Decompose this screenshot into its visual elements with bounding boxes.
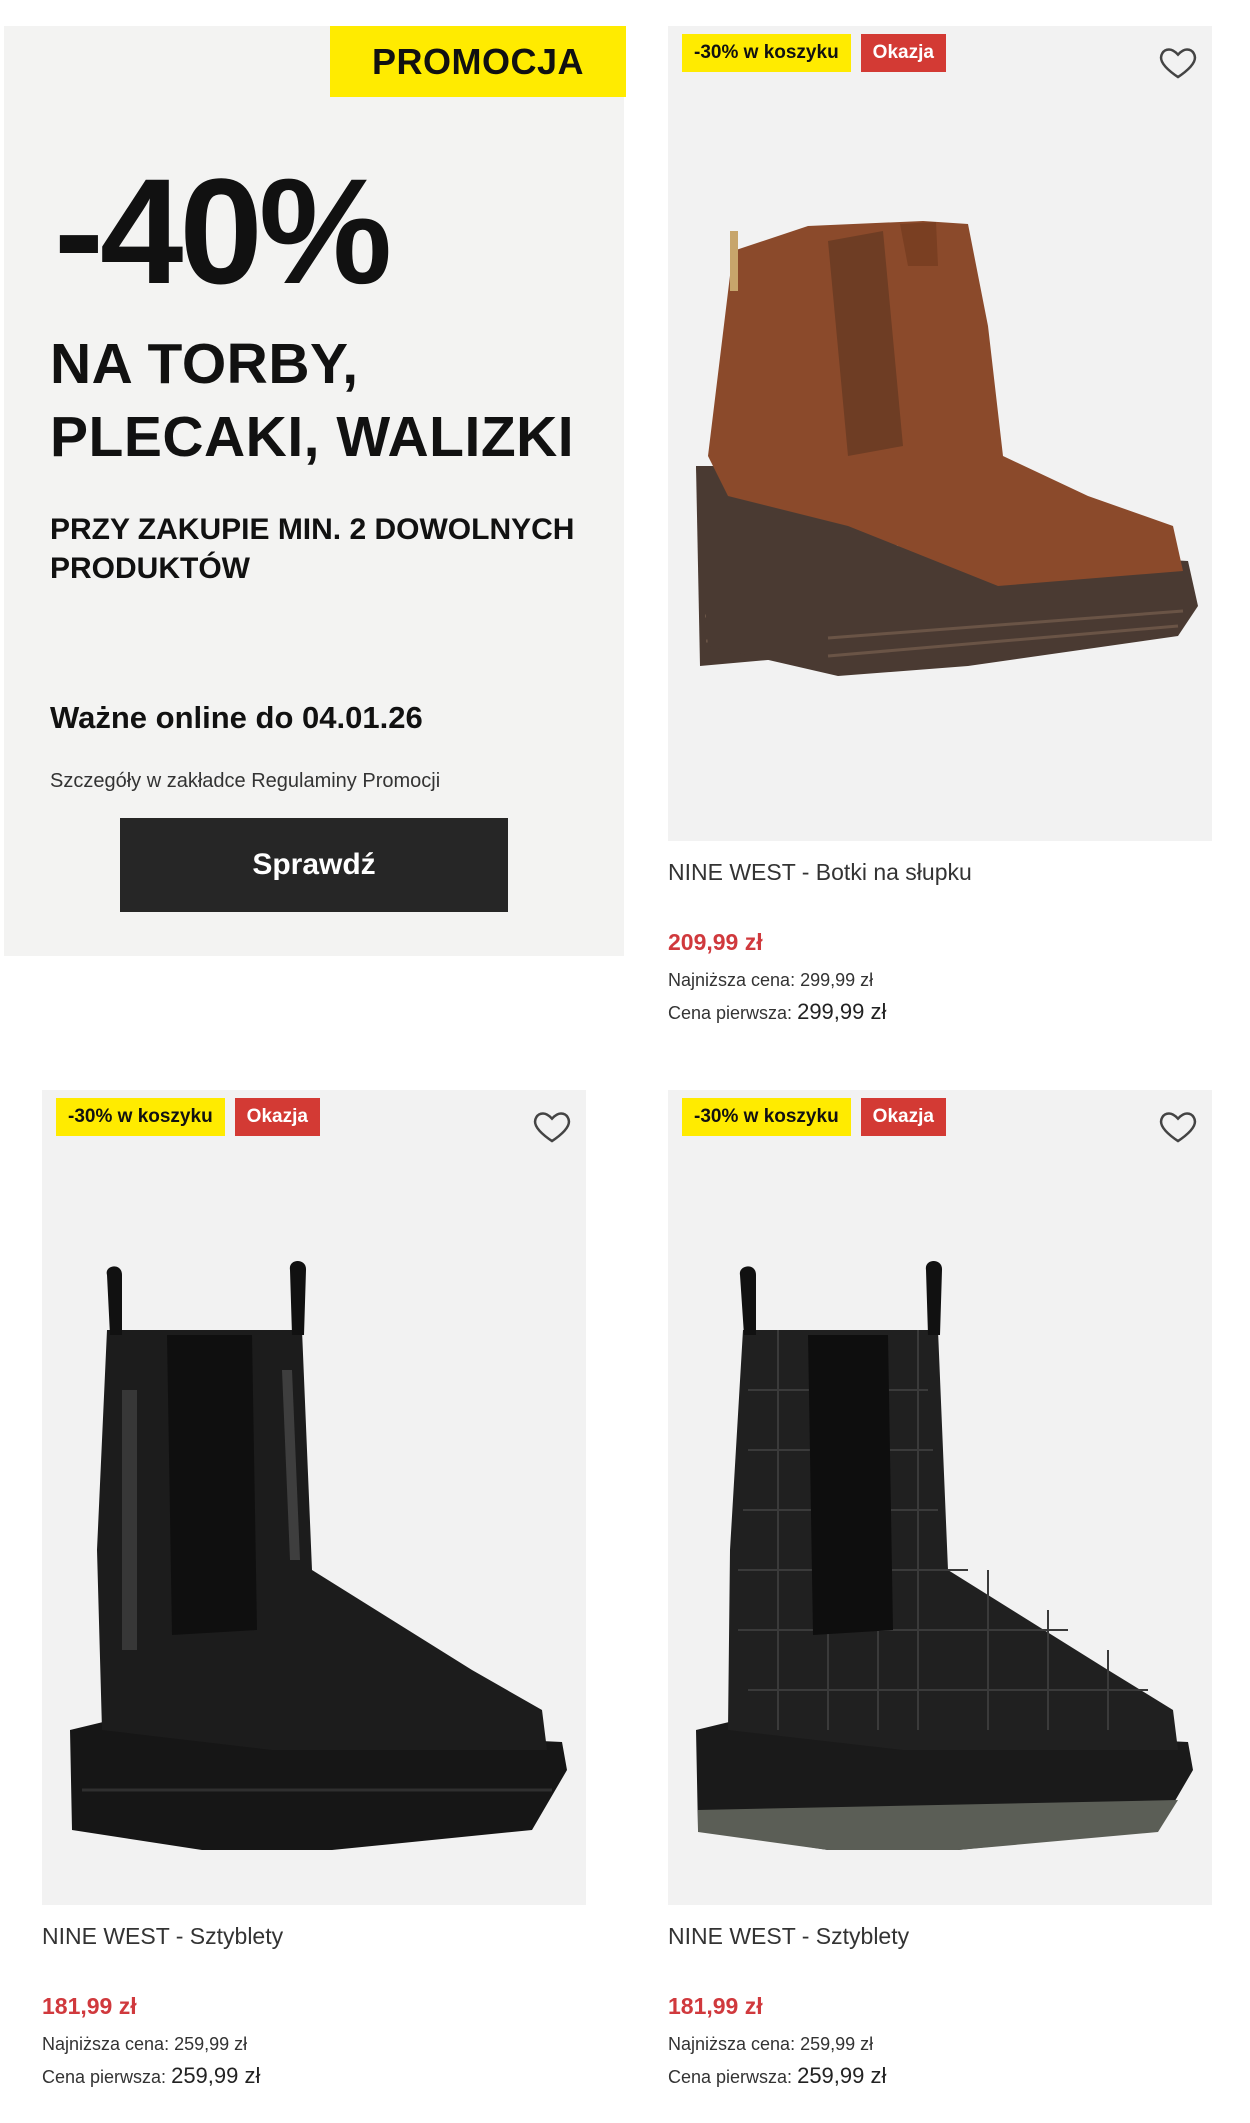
first-price-value: 259,99 zł — [797, 2063, 887, 2088]
deal-badge: Okazja — [860, 1098, 946, 1136]
cart-discount-badge: -30% w koszyku — [682, 1098, 851, 1136]
cart-discount-badge: -30% w koszyku — [56, 1098, 225, 1136]
product-price: 209,99 zł — [668, 929, 763, 955]
product-price: 181,99 zł — [668, 1993, 763, 2019]
promo-details-link: Szczegóły w zakładce Regulaminy Promocji — [50, 770, 441, 792]
first-price-label: Cena pierwsza: — [668, 1003, 793, 1023]
promo-percent: -40% — [54, 147, 392, 315]
promo-sub-line-1: PRZY ZAKUPIE MIN. 2 DOWOLNYCH — [50, 513, 575, 546]
product-image-area[interactable]: -30% w koszyku Okazja — [668, 1090, 1212, 1905]
product-price: 181,99 zł — [42, 1993, 137, 2019]
lowest-price-value: 299,99 zł — [800, 970, 874, 990]
first-price: Cena pierwsza: 259,99 zł — [42, 2063, 586, 2089]
lowest-price-label: Najniższa cena: — [668, 2034, 796, 2054]
promo-headline-line-2: PLECAKI, WALIZKI — [50, 404, 575, 469]
cart-discount-badge: -30% w koszyku — [682, 34, 851, 72]
product-card[interactable]: -30% w koszyku Okazja NINE WEST - Botki … — [668, 26, 1212, 1025]
badges: -30% w koszyku Okazja — [682, 1098, 946, 1136]
first-price: Cena pierwsza: 259,99 zł — [668, 2063, 1212, 2089]
lowest-price-label: Najniższa cena: — [668, 970, 796, 990]
badges: -30% w koszyku Okazja — [56, 1098, 320, 1136]
promo-sub-line-2: PRODUKTÓW — [50, 552, 250, 585]
promo-tag: PROMOCJA — [330, 26, 626, 97]
product-title[interactable]: NINE WEST - Sztyblety — [668, 1923, 1212, 1955]
promo-headline: NA TORBY, PLECAKI, WALIZKI — [50, 328, 610, 474]
lowest-price: Najniższa cena: 259,99 zł — [668, 2034, 1212, 2055]
deal-badge: Okazja — [860, 34, 946, 72]
product-title[interactable]: NINE WEST - Sztyblety — [42, 1923, 586, 1955]
wishlist-heart-icon[interactable] — [1158, 1106, 1198, 1146]
lowest-price-value: 259,99 zł — [174, 2034, 248, 2054]
first-price-label: Cena pierwsza: — [42, 2067, 167, 2087]
promo-validity: Ważne online do 04.01.26 — [50, 700, 423, 735]
wishlist-heart-icon[interactable] — [1158, 42, 1198, 82]
lowest-price-value: 259,99 zł — [800, 2034, 874, 2054]
promo-headline-line-1: NA TORBY, — [50, 332, 359, 396]
product-image — [696, 1261, 1193, 1850]
first-price-value: 299,99 zł — [797, 999, 887, 1024]
product-image — [70, 1261, 567, 1850]
lowest-price: Najniższa cena: 259,99 zł — [42, 2034, 586, 2055]
wishlist-heart-icon[interactable] — [532, 1106, 572, 1146]
promo-subheadline: PRZY ZAKUPIE MIN. 2 DOWOLNYCH PRODUKTÓW — [50, 510, 630, 588]
product-card[interactable]: -30% w koszyku Okazja NINE WEST - Sztybl… — [42, 1090, 586, 2089]
product-image-area[interactable]: -30% w koszyku Okazja — [668, 26, 1212, 841]
first-price-value: 259,99 zł — [171, 2063, 261, 2088]
check-button[interactable]: Sprawdź — [120, 818, 508, 912]
promo-banner[interactable]: PROMOCJA -40% NA TORBY, PLECAKI, WALIZKI… — [4, 26, 626, 956]
product-card[interactable]: -30% w koszyku Okazja NINE WEST - Sztybl… — [668, 1090, 1212, 2089]
product-title[interactable]: NINE WEST - Botki na słupku — [668, 859, 1212, 891]
deal-badge: Okazja — [234, 1098, 320, 1136]
first-price-label: Cena pierwsza: — [668, 2067, 793, 2087]
product-image-area[interactable]: -30% w koszyku Okazja — [42, 1090, 586, 1905]
lowest-price-label: Najniższa cena: — [42, 2034, 170, 2054]
first-price: Cena pierwsza: 299,99 zł — [668, 999, 1212, 1025]
badges: -30% w koszyku Okazja — [682, 34, 946, 72]
lowest-price: Najniższa cena: 299,99 zł — [668, 970, 1212, 991]
product-image — [696, 221, 1198, 676]
